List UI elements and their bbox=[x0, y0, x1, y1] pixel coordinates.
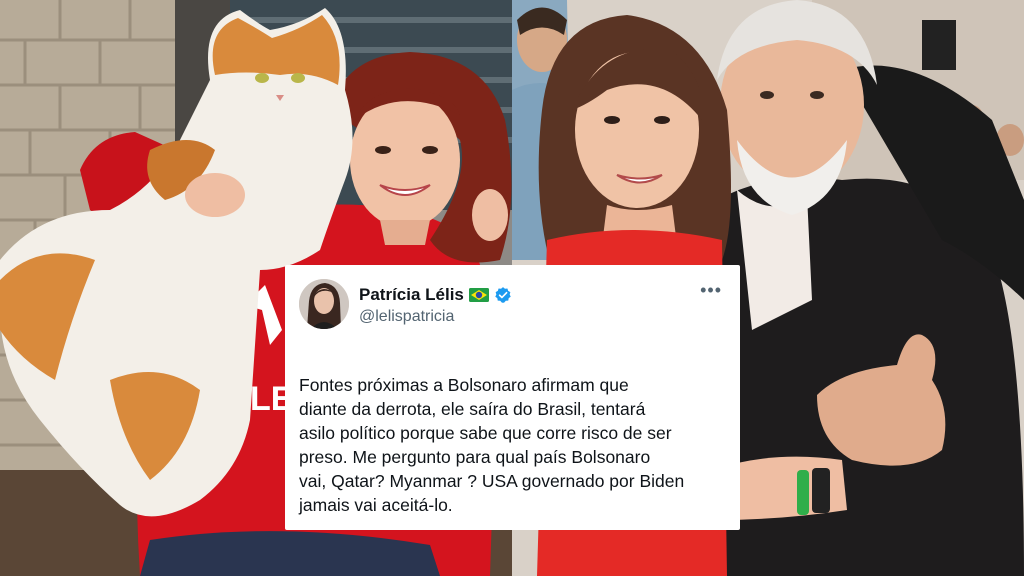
tweet-header: Patrícia Lélis @lelispatricia ••• bbox=[299, 279, 722, 331]
author-name-line[interactable]: Patrícia Lélis bbox=[359, 285, 512, 305]
verified-badge-icon bbox=[495, 287, 511, 303]
tweet-card: Patrícia Lélis @lelispatricia ••• Fontes… bbox=[285, 265, 740, 530]
avatar[interactable] bbox=[299, 279, 349, 329]
avatar-image bbox=[299, 279, 349, 329]
tweet-text: Fontes próximas a Bolsonaro afirmam que … bbox=[299, 375, 685, 515]
brazil-flag-icon bbox=[468, 288, 489, 302]
more-options-icon[interactable]: ••• bbox=[700, 281, 722, 299]
author-name[interactable]: Patrícia Lélis bbox=[359, 285, 464, 305]
author-handle[interactable]: @lelispatricia bbox=[359, 308, 454, 326]
